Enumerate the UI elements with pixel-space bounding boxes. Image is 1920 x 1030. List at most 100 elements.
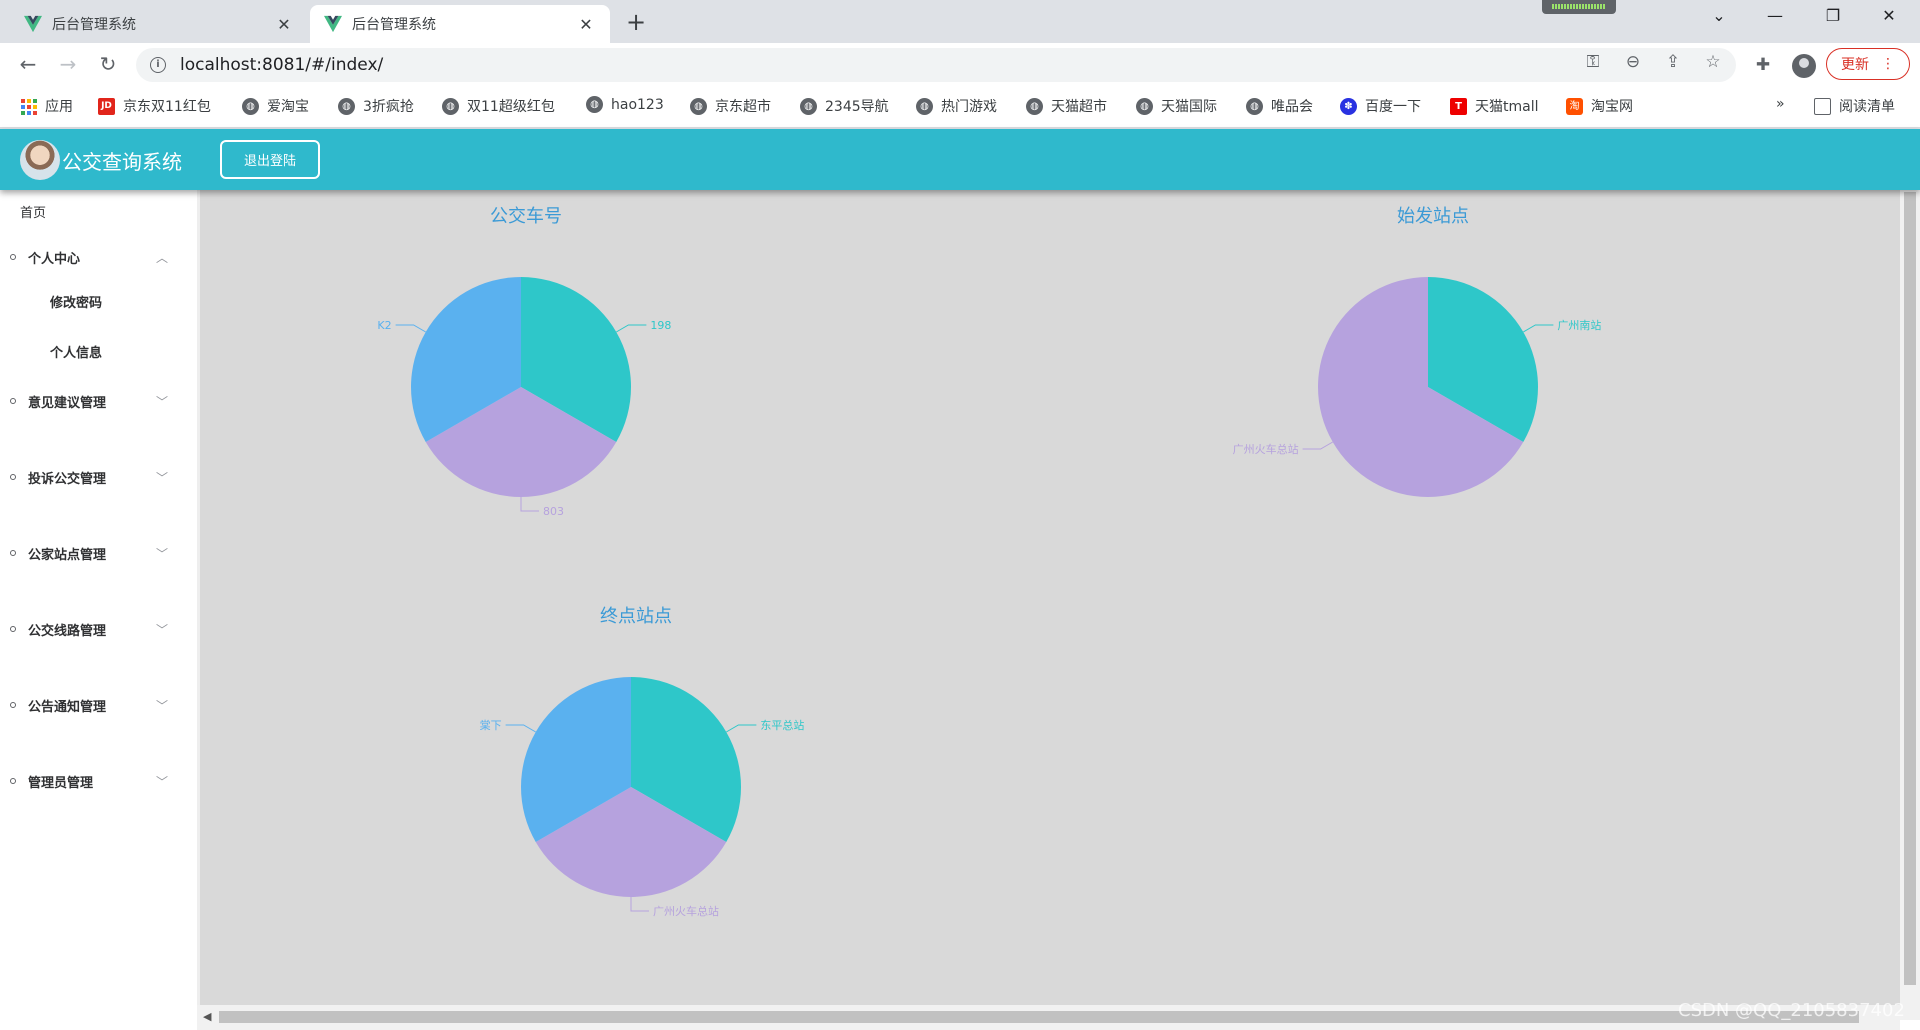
bookmark-baidu[interactable]: ✽ 百度一下 <box>1340 96 1421 116</box>
update-button[interactable]: 更新 ⋮ <box>1826 48 1910 80</box>
more-bookmarks-icon[interactable]: » <box>1776 96 1785 112</box>
bookmark-hao123[interactable]: ◍ hao123 <box>586 96 664 113</box>
sidebar-group-label: 管理员管理 <box>28 775 94 791</box>
bookmark-apps[interactable]: 应用 <box>20 96 73 116</box>
tab-search-chevron-icon[interactable]: ⌄ <box>1696 6 1742 25</box>
sidebar-group-routes[interactable]: 公交线路管理 ﹀ <box>10 617 170 641</box>
forward-icon[interactable]: → <box>54 52 82 76</box>
bookmark-aitaobao[interactable]: ◍ 爱淘宝 <box>242 96 309 116</box>
sidebar-group-label: 公告通知管理 <box>28 699 107 715</box>
back-icon[interactable]: ← <box>14 52 42 76</box>
bookmark-3zhe[interactable]: ◍ 3折疯抢 <box>338 96 414 116</box>
site-info-icon[interactable]: i <box>150 57 166 73</box>
menu-dot-icon <box>10 626 16 632</box>
window-close-icon[interactable]: ✕ <box>1866 6 1912 25</box>
sidebar-group-complaints[interactable]: 投诉公交管理 ﹀ <box>10 465 170 489</box>
globe-icon: ◍ <box>690 97 707 115</box>
tab-title: 后台管理系统 <box>52 17 136 33</box>
globe-icon: ◍ <box>1026 97 1043 115</box>
pie-label-line <box>395 324 426 333</box>
reading-list-button[interactable]: 阅读清单 <box>1814 96 1895 116</box>
reload-icon[interactable]: ↻ <box>94 52 122 76</box>
scrollbar-thumb[interactable] <box>1904 192 1916 985</box>
menu-kebab-icon: ⋮ <box>1881 56 1895 72</box>
globe-icon: ◍ <box>442 97 459 115</box>
globe-icon: ◍ <box>800 97 817 115</box>
sidebar-group-personal-center[interactable]: 个人中心 ︿ <box>10 245 170 269</box>
pie-chart-start-station: 广州南站广州火车总站 <box>1233 277 1601 497</box>
apps-icon <box>20 98 37 115</box>
bookmark-label: 3折疯抢 <box>363 99 414 115</box>
pie-label-line <box>726 724 757 733</box>
bookmark-games[interactable]: ◍ 热门游戏 <box>916 96 997 116</box>
horizontal-scrollbar[interactable]: ◀ <box>197 1005 1900 1030</box>
dashboard-main: 公交车号 198 803 K2 始发站点 广州南站 广州火车总站 终点站点 东平总站广… <box>197 190 1900 1005</box>
pie-label-line <box>616 324 647 333</box>
pie-slice-label: 198 <box>650 319 671 332</box>
zoom-icon[interactable]: ⊖ <box>1620 52 1646 72</box>
scroll-left-icon[interactable]: ◀ <box>203 1010 211 1023</box>
sidebar-group-stations[interactable]: 公家站点管理 ﹀ <box>10 541 170 565</box>
bookmark-star-icon[interactable]: ☆ <box>1700 52 1726 72</box>
avatar[interactable] <box>20 140 60 180</box>
bookmark-tmall-chaoshi[interactable]: ◍ 天猫超市 <box>1026 96 1107 116</box>
logout-button[interactable]: 退出登陆 <box>220 140 320 179</box>
bookmark-label: 淘宝网 <box>1591 99 1633 115</box>
restore-icon[interactable]: ❐ <box>1810 6 1856 25</box>
baidu-icon: ✽ <box>1340 97 1357 115</box>
bookmark-shuang11[interactable]: ◍ 双11超级红包 <box>442 96 555 116</box>
bookmark-vip[interactable]: ◍ 唯品会 <box>1246 96 1313 116</box>
extensions-icon[interactable]: ✚ <box>1750 55 1776 75</box>
globe-icon: ◍ <box>242 97 259 115</box>
new-tab-icon[interactable]: + <box>622 8 650 36</box>
bookmark-label: hao123 <box>611 96 664 113</box>
vertical-scrollbar[interactable] <box>1900 190 1920 1020</box>
bookmark-jdchaoshi[interactable]: ◍ 京东超市 <box>690 96 771 116</box>
chart-title-end-station: 终点站点 <box>600 606 672 627</box>
tab-close-icon[interactable]: ✕ <box>274 15 294 34</box>
pie-slice-label: 广州南站 <box>1557 318 1601 332</box>
bookmark-taobao[interactable]: 淘 淘宝网 <box>1566 96 1633 116</box>
sidebar-item-change-password[interactable]: 修改密码 <box>50 292 102 311</box>
tab-close-icon[interactable]: ✕ <box>576 15 596 34</box>
web-page: 公交查询系统 退出登陆 首页 个人中心 ︿ 修改密码 个人信息 意见建议管理 ﹀… <box>0 129 1920 1030</box>
sidebar-item-home[interactable]: 首页 <box>20 202 46 221</box>
pie-label-line <box>1302 441 1333 450</box>
chevron-down-icon: ﹀ <box>155 546 168 561</box>
globe-icon: ◍ <box>1136 97 1153 115</box>
bookmark-label: 爱淘宝 <box>267 99 309 115</box>
sidebar-item-personal-info[interactable]: 个人信息 <box>50 342 102 361</box>
sidebar-group-label: 个人中心 <box>28 251 81 267</box>
globe-icon: ◍ <box>586 96 603 113</box>
share-icon[interactable]: ⇪ <box>1660 52 1686 72</box>
bookmark-2345[interactable]: ◍ 2345导航 <box>800 96 889 116</box>
sidebar-group-admins[interactable]: 管理员管理 ﹀ <box>10 769 170 793</box>
pie-label-line <box>505 724 536 733</box>
bookmark-label: 天猫超市 <box>1051 99 1107 115</box>
watermark: CSDN @QQ_2105837402 <box>1678 1000 1905 1021</box>
jd-icon: JD <box>98 97 115 115</box>
pie-label-line <box>1523 324 1554 333</box>
profile-icon[interactable] <box>1792 54 1816 78</box>
sidebar-group-label: 公家站点管理 <box>28 547 107 563</box>
scrollbar-thumb[interactable] <box>219 1011 1859 1023</box>
minimize-icon[interactable]: — <box>1752 6 1798 25</box>
sidebar-group-notices[interactable]: 公告通知管理 ﹀ <box>10 693 170 717</box>
address-bar[interactable]: i localhost:8081/#/index/ <box>136 48 1736 82</box>
bookmark-tmall-guoji[interactable]: ◍ 天猫国际 <box>1136 96 1217 116</box>
taobao-icon: 淘 <box>1566 97 1583 115</box>
vue-logo-icon <box>24 15 42 33</box>
pie-label-line <box>520 497 539 512</box>
chevron-down-icon: ﹀ <box>155 470 168 485</box>
bookmark-jd[interactable]: JD 京东双11红包 <box>98 96 211 116</box>
browser-tab-1[interactable]: 后台管理系统 ✕ <box>10 5 308 43</box>
browser-tab-2[interactable]: 后台管理系统 ✕ <box>310 5 610 43</box>
bookmark-label: 2345导航 <box>825 99 889 115</box>
sidebar-group-label: 公交线路管理 <box>28 623 107 639</box>
key-icon[interactable]: ⚿ <box>1580 52 1606 72</box>
url-text[interactable]: localhost:8081/#/index/ <box>180 55 383 75</box>
app-header: 公交查询系统 退出登陆 <box>0 129 1920 190</box>
more-bookmarks-label: » <box>1776 96 1785 112</box>
sidebar-group-suggestions[interactable]: 意见建议管理 ﹀ <box>10 389 170 413</box>
bookmark-tmall[interactable]: T 天猫tmall <box>1450 96 1539 116</box>
